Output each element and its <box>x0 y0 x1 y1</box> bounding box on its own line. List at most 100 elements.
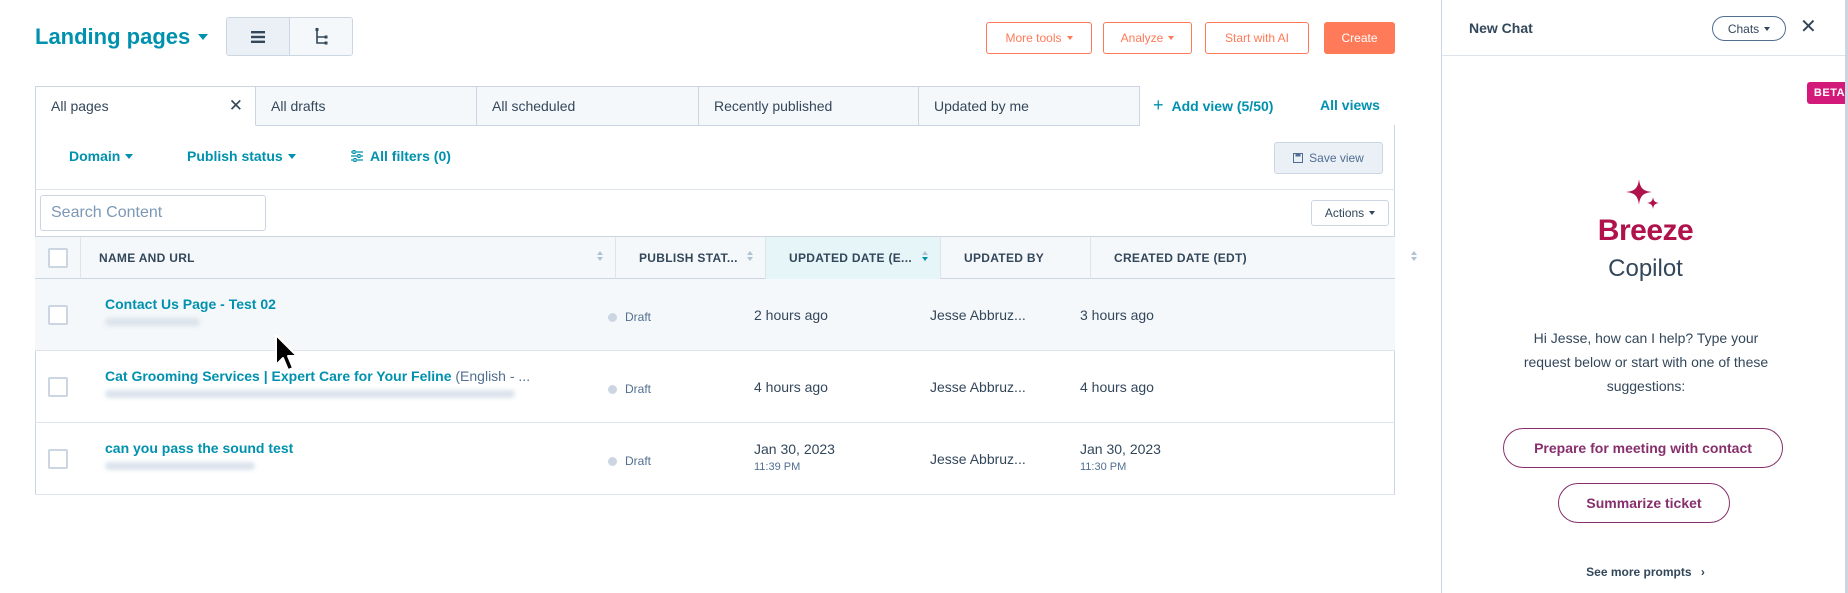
more-tools-label: More tools <box>1005 31 1062 45</box>
updated-date: Jan 30, 2023 <box>754 441 835 457</box>
page-name-link[interactable]: can you pass the sound test <box>105 440 293 456</box>
page-name: Contact Us Page - Test 02 <box>105 296 276 312</box>
tab-all-pages[interactable]: All pages ✕ <box>35 86 256 126</box>
sort-icon <box>597 251 603 261</box>
status-badge: Draft <box>608 310 651 324</box>
row-checkbox[interactable] <box>48 377 68 397</box>
greeting-text: Hi Jesse, how can I help? Type your requ… <box>1523 330 1769 394</box>
add-view-label: Add view (5/50) <box>1171 97 1274 114</box>
more-tools-button[interactable]: More tools <box>986 22 1092 54</box>
created-date: 4 hours ago <box>1080 379 1154 395</box>
analyze-label: Analyze <box>1120 31 1164 45</box>
actions-label: Actions <box>1324 206 1365 220</box>
tab-recently-published[interactable]: Recently published <box>699 86 919 126</box>
actions-button[interactable]: Actions <box>1311 200 1389 226</box>
page-name: can you pass the sound test <box>105 440 294 456</box>
row-checkbox[interactable] <box>48 305 68 325</box>
search-content-box <box>40 195 266 231</box>
status-badge: Draft <box>608 382 651 396</box>
list-view-button[interactable] <box>227 18 290 55</box>
copilot-panel: New Chat Chats ✕ BETA Breeze Copilot Hi … <box>1441 0 1848 593</box>
page-name-link[interactable]: Contact Us Page - Test 02 <box>105 296 276 312</box>
chat-title: New Chat <box>1469 20 1533 36</box>
add-view-button[interactable]: + Add view (5/50) <box>1153 95 1273 116</box>
sort-icon <box>1411 251 1417 261</box>
column-label: CREATED DATE (EDT) <box>1114 251 1247 265</box>
tab-all-drafts[interactable]: All drafts <box>256 86 477 126</box>
page-title: Landing pages <box>35 24 191 49</box>
list-icon <box>251 30 265 43</box>
create-button[interactable]: Create <box>1324 22 1395 54</box>
tab-label: All pages <box>51 98 109 114</box>
status-label: Draft <box>625 310 652 324</box>
all-views-link[interactable]: All views <box>1320 97 1380 113</box>
chats-dropdown[interactable]: Chats <box>1712 16 1786 41</box>
updated-by: Jesse Abbruz... <box>930 379 1026 395</box>
prompt-summarize-ticket-button[interactable]: Summarize ticket <box>1558 483 1730 523</box>
table-row[interactable]: Contact Us Page - Test 02 Draft 2 hours … <box>35 279 1395 351</box>
status-dot-icon <box>608 384 617 394</box>
close-icon[interactable]: ✕ <box>1800 14 1817 39</box>
sort-icon <box>747 251 753 261</box>
column-label: UPDATED DATE (E... <box>789 251 912 265</box>
status-dot-icon <box>608 312 617 322</box>
chevron-right-icon: › <box>1700 565 1705 579</box>
beta-badge: BETA <box>1807 82 1848 104</box>
brand-name: Breeze <box>1597 214 1694 247</box>
updated-date: 2 hours ago <box>754 307 828 323</box>
view-tabs: All pages ✕ All drafts All scheduled Rec… <box>35 86 1140 126</box>
select-all-checkbox[interactable] <box>48 248 68 268</box>
main-area: Landing pages More tools Analyze Start w… <box>0 0 1440 593</box>
create-label: Create <box>1341 31 1378 45</box>
search-input[interactable] <box>51 204 258 222</box>
analyze-button[interactable]: Analyze <box>1103 22 1192 54</box>
chevron-down-icon <box>198 34 209 40</box>
chevron-down-icon <box>1369 211 1376 215</box>
page-title-dropdown[interactable]: Landing pages <box>35 24 209 50</box>
column-label: NAME AND URL <box>99 251 195 265</box>
close-tab-icon[interactable]: ✕ <box>229 96 243 116</box>
mouse-cursor-icon <box>275 334 298 371</box>
select-all-cell <box>35 237 81 279</box>
column-label: PUBLISH STAT... <box>639 251 738 265</box>
tab-label: All drafts <box>271 98 326 114</box>
domain-filter[interactable]: Domain <box>69 148 134 164</box>
row-checkbox[interactable] <box>48 449 68 469</box>
tab-all-scheduled[interactable]: All scheduled <box>477 86 699 126</box>
column-updated-date[interactable]: UPDATED DATE (E... <box>766 237 941 279</box>
view-toggle <box>226 17 353 56</box>
breeze-logo: Breeze <box>1442 214 1848 248</box>
updated-by: Jesse Abbruz... <box>930 307 1026 323</box>
all-filters-button[interactable]: All filters (0) <box>350 148 451 164</box>
content-table: NAME AND URL PUBLISH STAT... UPDATED DAT… <box>35 236 1417 495</box>
column-label: UPDATED BY <box>964 251 1045 265</box>
status-badge: Draft <box>608 454 651 468</box>
start-with-ai-button[interactable]: Start with AI <box>1205 22 1309 54</box>
column-name-and-url[interactable]: NAME AND URL <box>81 237 616 279</box>
save-view-label: Save view <box>1309 151 1364 165</box>
all-filters-label: All filters (0) <box>370 148 451 164</box>
save-view-button[interactable]: Save view <box>1274 142 1383 174</box>
publish-status-filter[interactable]: Publish status <box>187 148 296 164</box>
see-more-prompts-link[interactable]: See more prompts › <box>1442 565 1848 579</box>
column-publish-status[interactable]: PUBLISH STAT... <box>616 237 766 279</box>
chevron-down-icon <box>1764 26 1771 31</box>
tab-updated-by-me[interactable]: Updated by me <box>919 86 1140 126</box>
table-header: NAME AND URL PUBLISH STAT... UPDATED DAT… <box>35 236 1417 279</box>
tree-view-button[interactable] <box>290 18 352 55</box>
created-date: 3 hours ago <box>1080 307 1154 323</box>
table-row[interactable]: can you pass the sound test Draft Jan 30… <box>35 423 1395 495</box>
created-date-cell: Jan 30, 2023 11:30 PM <box>1080 441 1161 473</box>
column-created-date[interactable]: CREATED DATE (EDT) <box>1091 237 1429 279</box>
prompt-prepare-meeting-button[interactable]: Prepare for meeting with contact <box>1503 428 1783 468</box>
page-name-link[interactable]: Cat Grooming Services | Expert Care for … <box>105 368 530 384</box>
prompt-label: Prepare for meeting with contact <box>1534 440 1752 456</box>
tab-label: Recently published <box>714 98 833 114</box>
chevron-down-icon <box>125 153 134 159</box>
filter-sliders-icon <box>351 150 363 162</box>
sort-descending-icon <box>922 251 928 261</box>
updated-date-cell: Jan 30, 2023 11:39 PM <box>754 441 835 473</box>
column-updated-by[interactable]: UPDATED BY <box>941 237 1091 279</box>
table-row[interactable]: Cat Grooming Services | Expert Care for … <box>35 351 1395 423</box>
copilot-header: New Chat Chats ✕ <box>1442 0 1848 56</box>
